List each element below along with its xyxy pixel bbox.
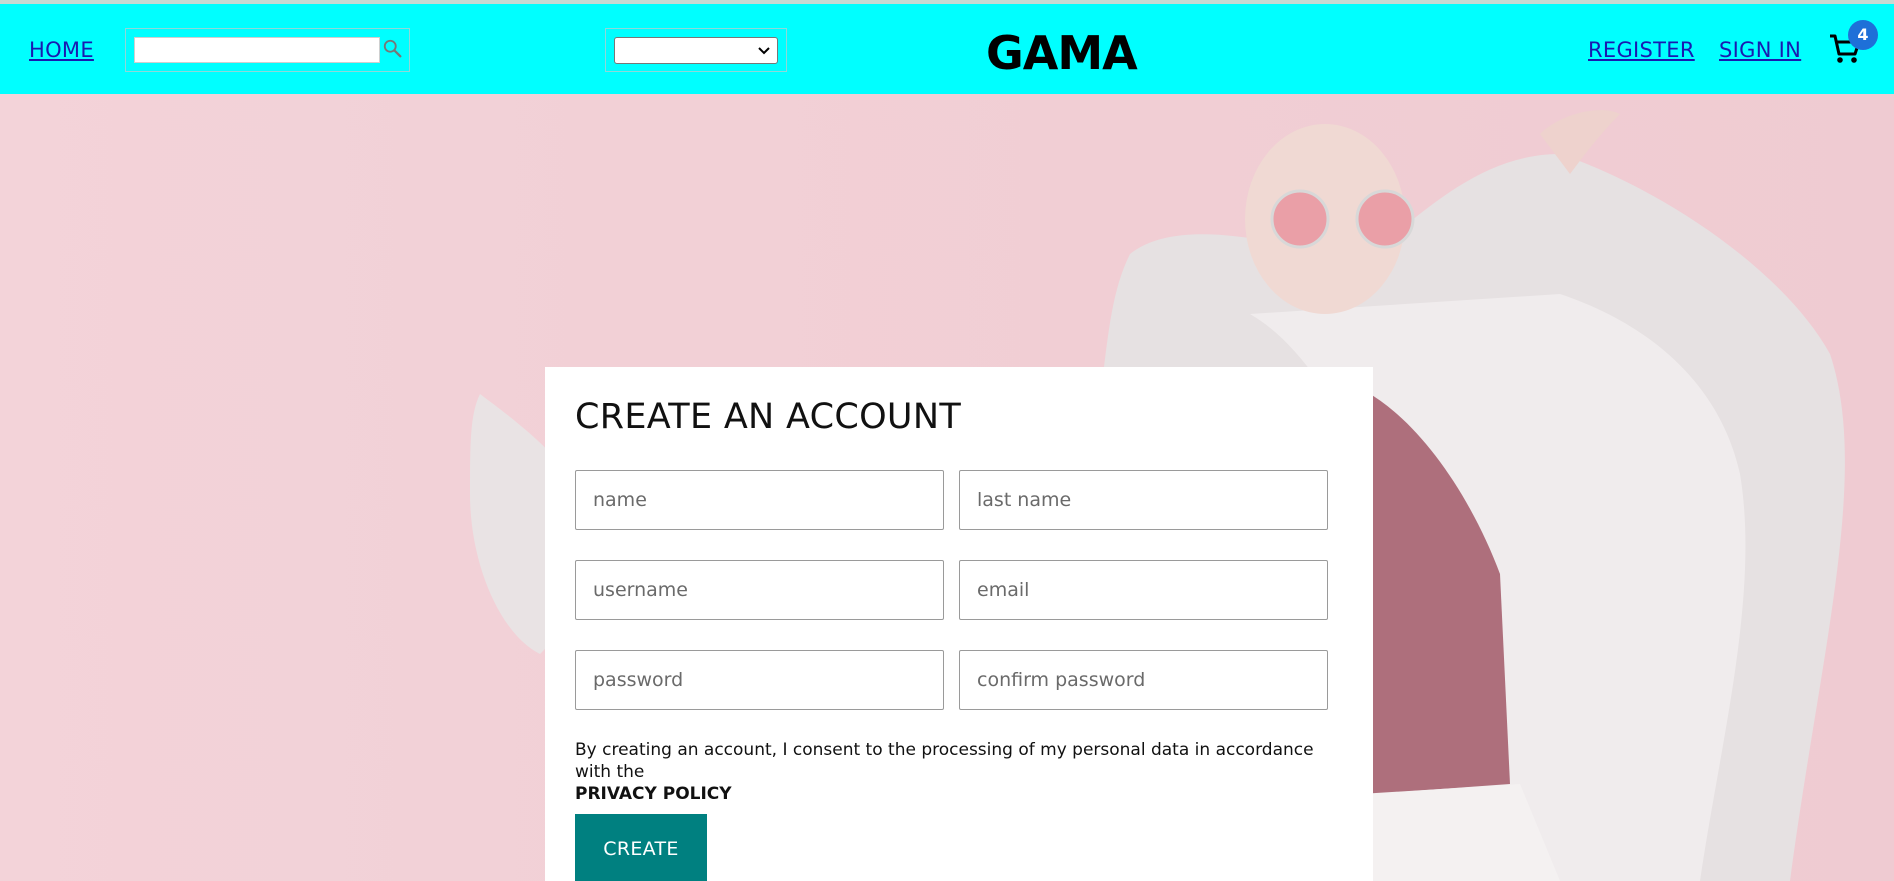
search-input[interactable] [134, 37, 380, 63]
page-title: CREATE AN ACCOUNT [575, 397, 961, 437]
name-field[interactable] [575, 470, 944, 530]
chevron-down-icon [758, 47, 770, 55]
signin-link[interactable]: SIGN IN [1719, 38, 1801, 62]
home-link[interactable]: HOME [29, 38, 94, 62]
last-name-field[interactable] [959, 470, 1328, 530]
create-account-card: CREATE AN ACCOUNT By creating an account… [545, 367, 1373, 881]
create-button[interactable]: CREATE [575, 814, 707, 881]
search-box [125, 28, 410, 72]
confirm-password-field[interactable] [959, 650, 1328, 710]
privacy-policy-link[interactable]: PRIVACY POLICY [575, 784, 732, 804]
search-icon[interactable] [382, 38, 404, 60]
category-select-wrapper [605, 28, 787, 72]
consent-message: By creating an account, I consent to the… [575, 740, 1314, 782]
cart-count-badge: 4 [1848, 20, 1878, 50]
password-field[interactable] [575, 650, 944, 710]
navbar: HOME GAMA REGISTER SIGN IN 4 [0, 4, 1894, 94]
hero-background: CREATE AN ACCOUNT By creating an account… [0, 94, 1894, 881]
email-field[interactable] [959, 560, 1328, 620]
brand-logo[interactable]: GAMA [986, 26, 1138, 80]
register-link[interactable]: REGISTER [1588, 38, 1695, 62]
consent-text: By creating an account, I consent to the… [575, 739, 1355, 805]
category-select[interactable] [614, 37, 778, 64]
username-field[interactable] [575, 560, 944, 620]
